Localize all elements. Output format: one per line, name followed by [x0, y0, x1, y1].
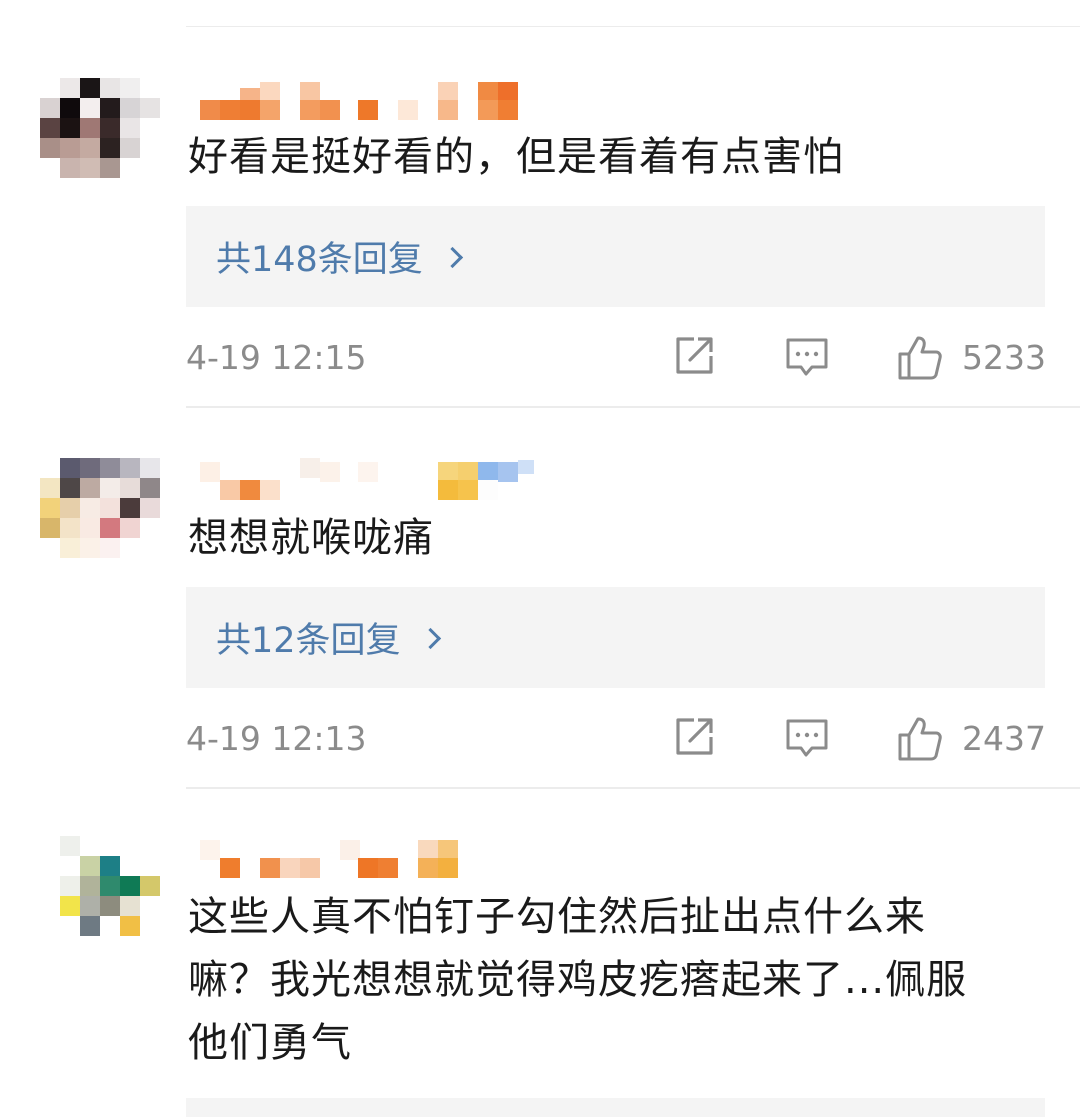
replies-count-label: 共12条回复 [216, 621, 401, 661]
username-pixelated[interactable] [190, 836, 550, 878]
chevron-right-icon [419, 627, 441, 650]
replies-count-label: 共148条回复 [216, 240, 423, 280]
share-icon[interactable] [672, 334, 722, 384]
share-icon[interactable] [672, 715, 722, 765]
view-replies-button[interactable]: 共148条回复 [186, 206, 1045, 307]
thumbs-up-icon[interactable] [896, 715, 946, 765]
comment-text: 这些人真不怕钉子勾住然后扯出点什么来 嘛？我光想想就觉得鸡皮疙瘩起来了...佩服… [188, 894, 968, 1066]
comment-icon[interactable] [784, 334, 834, 384]
view-replies-button[interactable] [186, 1098, 1045, 1117]
comment-meta: 4-19 12:15 5233 [186, 334, 1046, 384]
comment-divider [186, 406, 1080, 408]
comment-text: 想想就喉咙痛 [188, 515, 434, 561]
avatar[interactable] [40, 78, 160, 178]
comment-divider [186, 787, 1080, 789]
avatar[interactable] [40, 458, 160, 558]
timestamp: 4-19 12:15 [186, 338, 367, 377]
top-divider [186, 26, 1080, 27]
comment-icon[interactable] [784, 715, 834, 765]
timestamp: 4-19 12:13 [186, 719, 367, 758]
username-pixelated[interactable] [190, 458, 550, 500]
comment-text: 好看是挺好看的，但是看着有点害怕 [188, 134, 844, 180]
username-pixelated[interactable] [190, 78, 550, 120]
comment-meta: 4-19 12:13 2437 [186, 715, 1046, 765]
chevron-right-icon [441, 246, 463, 269]
like-count: 5233 [962, 338, 1046, 377]
view-replies-button[interactable]: 共12条回复 [186, 587, 1045, 688]
avatar[interactable] [40, 836, 160, 936]
thumbs-up-icon[interactable] [896, 334, 946, 384]
like-count: 2437 [962, 719, 1046, 758]
